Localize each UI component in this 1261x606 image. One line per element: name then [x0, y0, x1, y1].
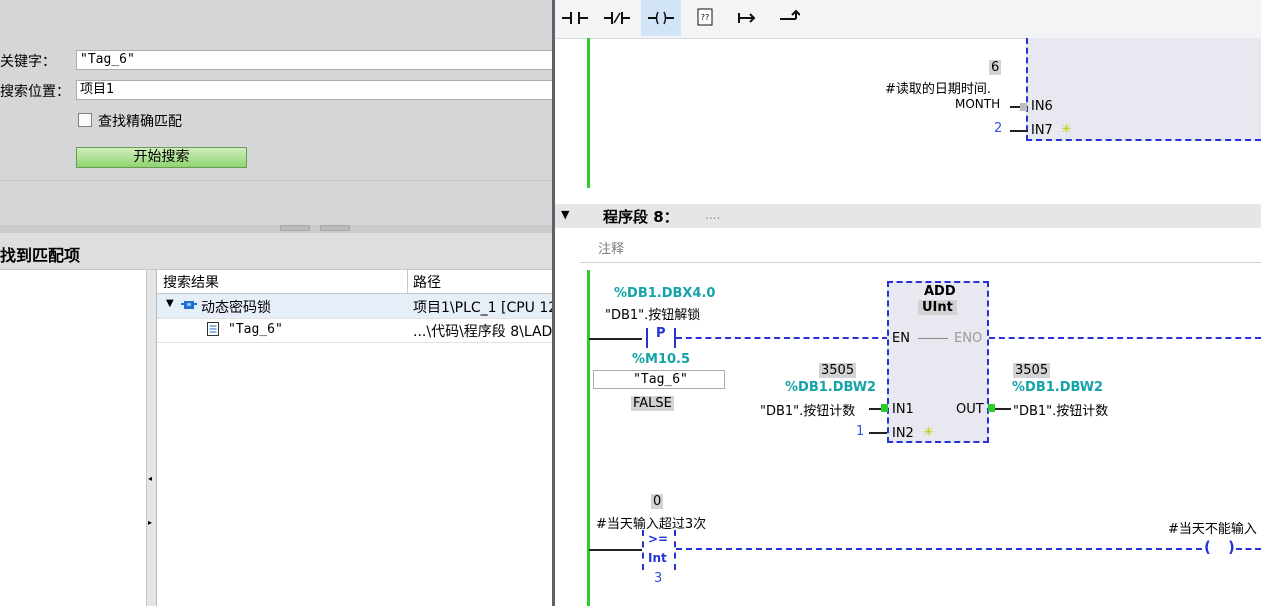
results-header: [0, 233, 552, 270]
svg-text:??: ??: [701, 13, 710, 22]
scroll-right-icon[interactable]: ▸: [148, 518, 152, 527]
program-block-icon: [181, 299, 197, 311]
wire-to-en: [676, 337, 888, 339]
edge-tag-field[interactable]: "Tag_6": [593, 370, 725, 389]
exact-match-label: 查找精确匹配: [98, 114, 182, 130]
no-contact-icon[interactable]: [555, 0, 595, 36]
add-out-label: OUT: [956, 402, 984, 417]
add-in2-label: IN2: [892, 426, 914, 441]
in7-wire: [1010, 130, 1028, 132]
edge-address: %M10.5: [632, 352, 691, 367]
result-path: 项目1\PLC_1 [CPU 12: [413, 300, 552, 316]
col-header-result[interactable]: 搜索结果: [163, 272, 219, 292]
in1-pin-marker: [881, 404, 888, 412]
out-variable[interactable]: "DB1".按钮计数: [1013, 400, 1108, 419]
result-name: 动态密码锁: [201, 300, 271, 316]
panel-splitter[interactable]: [0, 225, 552, 233]
in6-pin-marker: [1020, 103, 1027, 111]
in6-value: 6: [989, 60, 1002, 75]
compare-type[interactable]: Int: [648, 551, 667, 565]
result-name: "Tag_6": [228, 322, 283, 337]
document-icon: [207, 322, 219, 336]
contact-variable[interactable]: "DB1".按钮解锁: [605, 304, 700, 323]
contact-left-wire: [589, 338, 642, 340]
edge-state: FALSE: [631, 396, 674, 411]
compare-left-wire: [589, 549, 642, 551]
search-form: 关键字： "Tag_6" 搜索位置： 项目1 查找精确匹配 开始搜索: [0, 0, 552, 180]
sparkle-icon: ✳: [923, 425, 934, 440]
power-rail: [587, 270, 590, 606]
results-table-header: 搜索结果 路径: [157, 270, 552, 294]
add-block-name: ADD: [924, 284, 956, 299]
out-wire: [995, 408, 1011, 410]
coil-right-paren[interactable]: ): [1228, 538, 1235, 556]
header-divider: [407, 270, 408, 293]
coil-out-wire: [1236, 548, 1261, 550]
segment-comment[interactable]: 注释: [598, 238, 624, 257]
keyword-label: 关键字：: [0, 54, 56, 70]
search-panel: 关键字： "Tag_6" 搜索位置： 项目1 查找精确匹配 开始搜索 找到匹配项…: [0, 0, 552, 606]
start-search-button[interactable]: 开始搜索: [76, 147, 247, 168]
p-contact-left-bar[interactable]: [646, 328, 648, 348]
open-branch-icon[interactable]: [727, 0, 767, 36]
search-spacer: [0, 180, 552, 226]
add-in1-label: IN1: [892, 402, 914, 417]
coil-left-paren[interactable]: (: [1204, 538, 1211, 556]
nc-contact-icon[interactable]: [597, 0, 637, 36]
segment-title-extra[interactable]: ....: [705, 208, 720, 222]
compare-value: 0: [651, 494, 664, 509]
compare-operand[interactable]: 3: [654, 571, 662, 586]
segment-header: ▼ 程序段 8： ....: [555, 204, 1261, 228]
collapse-down-icon[interactable]: [320, 225, 350, 231]
sparkle-icon: ✳: [1061, 122, 1072, 137]
location-select[interactable]: 项目1: [76, 80, 552, 100]
in6-variable[interactable]: #读取的日期时间.: [885, 78, 991, 97]
in1-address: %DB1.DBW2: [785, 380, 877, 395]
comment-separator: [580, 262, 1261, 263]
wire-to-coil: [676, 548, 1202, 550]
results-title: 找到匹配项: [0, 246, 81, 265]
en-eno-line: [918, 338, 948, 339]
power-rail: [587, 38, 590, 188]
in1-variable[interactable]: "DB1".按钮计数: [760, 400, 855, 419]
empty-box-icon[interactable]: ??: [685, 0, 725, 36]
p-contact-letter[interactable]: P: [656, 326, 666, 341]
collapse-up-icon[interactable]: [280, 225, 310, 231]
in6-label: IN6: [1031, 99, 1053, 114]
coil-variable[interactable]: #当天不能输入: [1168, 518, 1257, 537]
expand-arrow-icon[interactable]: ▼: [166, 298, 174, 309]
contact-address: %DB1.DBX4.0: [614, 286, 716, 301]
wire-eno-out: [989, 337, 1261, 339]
in7-value[interactable]: 2: [994, 121, 1002, 136]
in2-wire: [869, 432, 887, 434]
add-eno-label: ENO: [954, 331, 983, 346]
exact-match-checkbox[interactable]: [78, 113, 92, 127]
in7-label: IN7: [1031, 123, 1053, 138]
compare-operator[interactable]: >=: [648, 532, 668, 546]
ladder-toolbar: ??: [555, 0, 1261, 39]
location-label: 搜索位置：: [0, 84, 70, 100]
out-value: 3505: [1013, 363, 1051, 378]
keyword-input[interactable]: "Tag_6": [76, 50, 552, 70]
in1-value: 3505: [819, 363, 857, 378]
out-pin-marker: [988, 404, 995, 412]
segment-title[interactable]: 程序段 8：: [603, 206, 679, 227]
scroll-left-icon[interactable]: ◂: [148, 474, 152, 483]
out-address: %DB1.DBW2: [1012, 380, 1104, 395]
table-row[interactable]: "Tag_6" ...\代码\程序段 8\LAD/: [157, 318, 552, 343]
in6-member[interactable]: MONTH: [955, 97, 1000, 111]
coil-icon[interactable]: [641, 0, 681, 36]
close-branch-icon[interactable]: [769, 0, 809, 36]
col-header-path[interactable]: 路径: [413, 272, 441, 292]
add-block-type[interactable]: UInt: [918, 300, 957, 315]
in2-value[interactable]: 1: [856, 424, 864, 439]
collapse-segment-icon[interactable]: ▼: [561, 208, 569, 221]
result-path: ...\代码\程序段 8\LAD/: [413, 324, 552, 340]
add-en-label: EN: [892, 331, 910, 346]
table-row[interactable]: ▼ 动态密码锁 项目1\PLC_1 [CPU 12: [157, 294, 552, 319]
